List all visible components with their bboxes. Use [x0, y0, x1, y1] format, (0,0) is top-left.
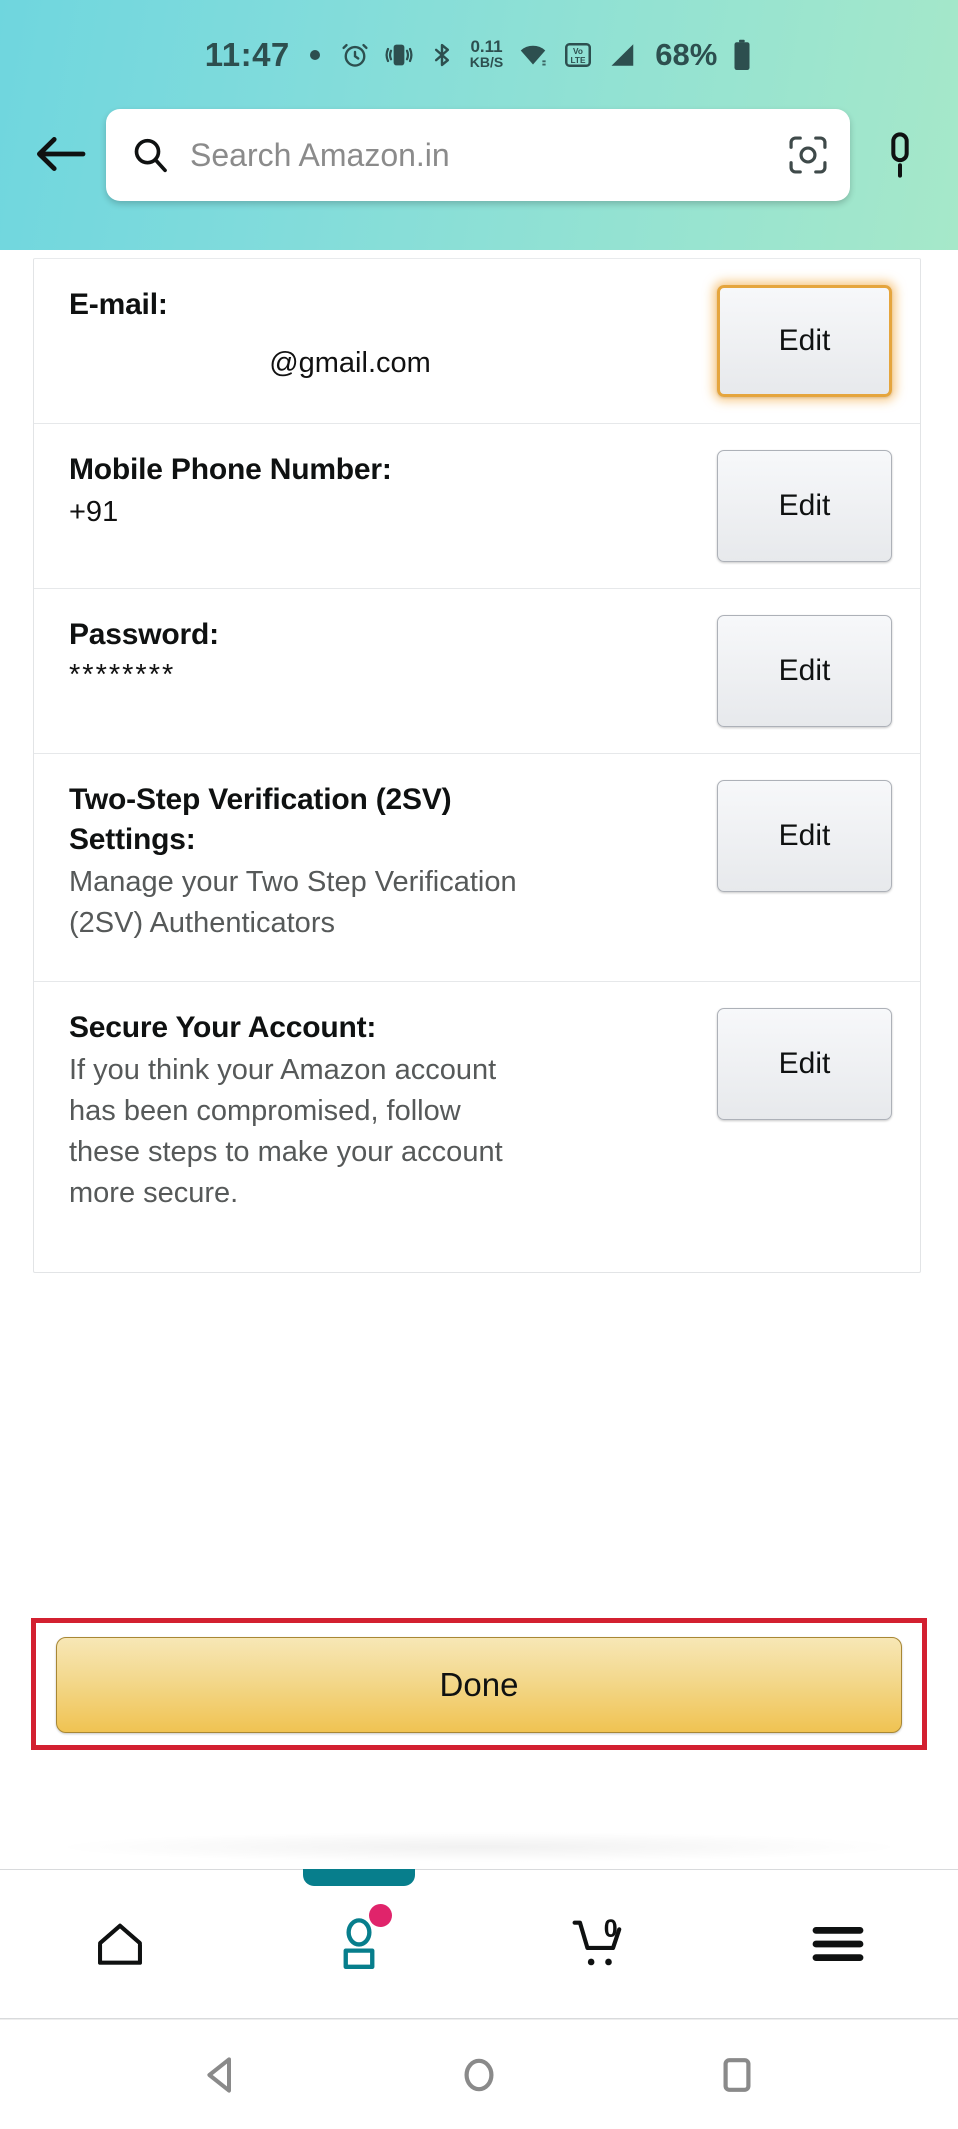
recents-square-icon [723, 2057, 751, 2092]
bottom-navigation-bar: 0 [0, 1869, 958, 2019]
back-button[interactable] [22, 109, 100, 199]
table-row-two-step-verification: Two-Step Verification (2SV) Settings: Ma… [34, 754, 920, 982]
search-placeholder-text: Search Amazon.in [190, 136, 450, 173]
email-value: @gmail.com [269, 346, 431, 379]
signal-icon [607, 40, 637, 70]
password-text-block: Password: ******** [69, 615, 717, 692]
phone-text-block: Mobile Phone Number: +91 [69, 450, 717, 532]
cart-item-count: 0 [603, 1915, 618, 1943]
secure-account-description: If you think your Amazon account has bee… [69, 1053, 503, 1210]
table-row-phone: Mobile Phone Number: +91 Edit [34, 424, 920, 589]
phone-value: +91 [69, 495, 119, 528]
bottom-nav-cart[interactable]: 0 [479, 1870, 719, 2018]
account-settings-card: E-mail: @gmail.com Edit Mobile Phone Num… [33, 258, 921, 1273]
android-recents-button[interactable] [697, 2035, 777, 2115]
app-root: 11:47 0.11 KB/S Vo LTE 68% Search Amazon… [0, 0, 958, 2129]
edit-secure-account-button[interactable]: Edit [717, 1008, 892, 1120]
account-settings-content: E-mail: @gmail.com Edit Mobile Phone Num… [0, 250, 958, 1869]
status-bar-clock: 11:47 [204, 35, 290, 73]
hamburger-menu-icon [812, 1927, 864, 1961]
alarm-icon [340, 40, 370, 70]
search-input[interactable]: Search Amazon.in [106, 109, 850, 201]
secure-account-text-block: Secure Your Account: If you think your A… [69, 1008, 717, 1215]
bottom-nav-profile[interactable] [240, 1869, 480, 2018]
edit-phone-button[interactable]: Edit [717, 450, 892, 562]
2sv-description: Manage your Two Step Verification (2SV) … [69, 865, 517, 939]
2sv-label: Two-Step Verification (2SV) Settings: [69, 783, 452, 856]
data-speed-indicator: 0.11 KB/S [469, 38, 504, 70]
svg-text:Vo: Vo [573, 46, 583, 55]
cart-icon [572, 1920, 622, 1966]
bluetooth-icon [428, 40, 456, 70]
notification-dot-icon [309, 49, 320, 60]
email-label: E-mail: [69, 288, 168, 321]
android-back-button[interactable] [181, 2035, 261, 2115]
phone-label: Mobile Phone Number: [69, 453, 392, 486]
home-circle-icon [464, 2058, 494, 2091]
table-row-email: E-mail: @gmail.com Edit [34, 259, 920, 424]
profile-notification-badge [369, 1904, 393, 1927]
2sv-text-block: Two-Step Verification (2SV) Settings: Ma… [69, 780, 717, 944]
battery-percent-label: 68% [655, 36, 718, 72]
edit-email-button[interactable]: Edit [717, 285, 892, 397]
home-icon [97, 1923, 142, 1965]
camera-lens-icon[interactable] [786, 133, 830, 177]
secure-account-label: Secure Your Account: [69, 1011, 377, 1044]
svg-text:LTE: LTE [571, 55, 586, 64]
app-header: 11:47 0.11 KB/S Vo LTE 68% Search Amazon… [0, 0, 958, 250]
password-label: Password: [69, 618, 219, 651]
done-button-annotation-highlight: Done [31, 1618, 927, 1750]
table-row-secure-account: Secure Your Account: If you think your A… [34, 982, 920, 1272]
edit-password-button[interactable]: Edit [717, 615, 892, 727]
active-tab-indicator [303, 1869, 416, 1886]
back-triangle-icon [207, 2056, 231, 2093]
vibrate-icon [384, 40, 414, 70]
status-bar: 11:47 0.11 KB/S Vo LTE 68% [0, 0, 958, 95]
voice-search-button[interactable] [864, 109, 936, 201]
search-icon [130, 135, 170, 175]
password-value: ******** [69, 658, 176, 691]
edit-2sv-button[interactable]: Edit [717, 780, 892, 892]
bottom-nav-menu[interactable] [719, 1870, 958, 2018]
email-text-block: E-mail: @gmail.com [69, 285, 717, 383]
bottom-nav-home[interactable] [0, 1870, 240, 2018]
done-button[interactable]: Done [56, 1637, 902, 1733]
page-bottom-shadow [60, 1832, 898, 1862]
table-row-password: Password: ******** Edit [34, 589, 920, 754]
battery-icon [731, 39, 753, 71]
data-speed-unit: KB/S [469, 53, 504, 70]
android-home-button[interactable] [439, 2035, 519, 2115]
search-row: Search Amazon.in [0, 95, 958, 250]
volte-icon: Vo LTE [563, 40, 593, 70]
wifi-icon [517, 40, 549, 70]
android-system-navigation-bar [0, 2019, 958, 2129]
